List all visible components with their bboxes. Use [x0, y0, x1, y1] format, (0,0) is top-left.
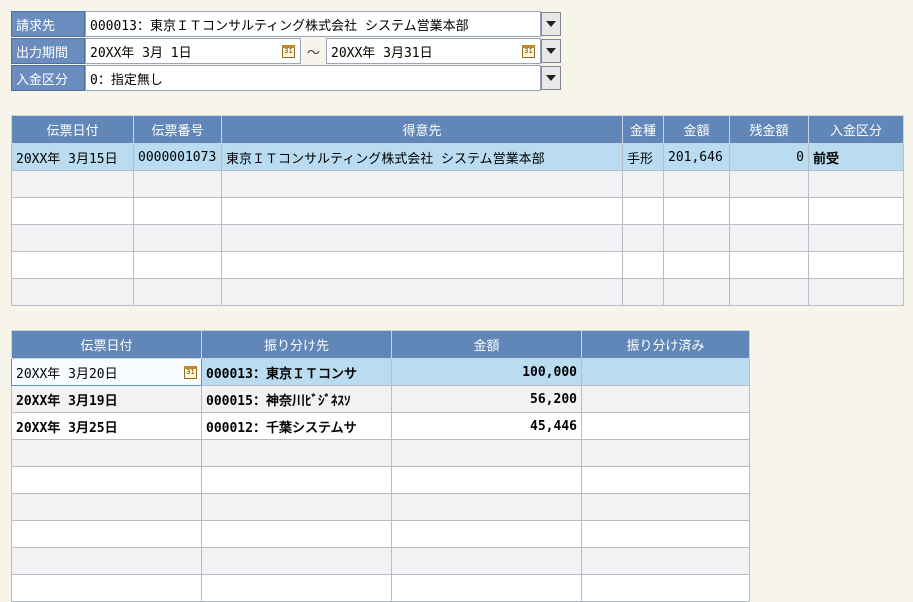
billing-value: 000013：東京ＩＴコンサルティング株式会社 システム営業本部: [90, 18, 469, 34]
payment-label: 入金区分: [11, 65, 85, 91]
payment-value: 0：指定無し: [90, 72, 163, 88]
chevron-down-icon: [546, 48, 556, 54]
col-header[interactable]: 振り分け先: [201, 330, 392, 359]
col-header[interactable]: 伝票日付: [11, 115, 134, 144]
table-row[interactable]: 20XX年 3月19日 000015：神奈川ﾋﾞｼﾞﾈｽｿ 56,200: [11, 385, 750, 413]
table-row[interactable]: [11, 170, 904, 198]
period-dropdown-button[interactable]: [541, 39, 561, 63]
cell-done: [581, 385, 750, 413]
allocation-table-header: 伝票日付 振り分け先 金額 振り分け済み: [11, 330, 750, 359]
cell-done: [581, 358, 750, 386]
col-header[interactable]: 伝票日付: [11, 330, 202, 359]
col-header[interactable]: 金額: [391, 330, 582, 359]
period-to-input[interactable]: 20XX年 3月31日 31: [326, 38, 541, 64]
table-row[interactable]: [11, 547, 750, 575]
cell-date: 20XX年 3月19日: [11, 385, 202, 413]
cell-amount: 201,646: [663, 143, 730, 171]
payment-dropdown-button[interactable]: [541, 66, 561, 90]
table-row[interactable]: [11, 493, 750, 521]
period-label: 出力期間: [11, 38, 85, 64]
cell-done: [581, 412, 750, 440]
table-row[interactable]: [11, 197, 904, 225]
period-label-text: 出力期間: [16, 45, 69, 61]
table-row[interactable]: [11, 520, 750, 548]
cell-date: 20XX年 3月15日: [11, 143, 134, 171]
table-row[interactable]: [11, 251, 904, 279]
table-row[interactable]: [11, 278, 904, 306]
table-row[interactable]: [11, 574, 750, 602]
col-header[interactable]: 入金区分: [808, 115, 904, 144]
chevron-down-icon: [546, 21, 556, 27]
cell-customer: 東京ＩＴコンサルティング株式会社 システム営業本部: [221, 143, 623, 171]
cell-amount: 56,200: [391, 385, 582, 413]
cell-number: 0000001073: [133, 143, 222, 171]
col-header[interactable]: 得意先: [221, 115, 623, 144]
slip-table: 伝票日付 伝票番号 得意先 金種 金額 残金額 入金区分 20XX年 3月15日…: [11, 115, 904, 306]
table-row[interactable]: [11, 439, 750, 467]
cell-date: 20XX年 3月25日: [11, 412, 202, 440]
calendar-icon[interactable]: 31: [184, 366, 197, 379]
period-separator: ～: [306, 45, 320, 61]
cell-amount: 45,446: [391, 412, 582, 440]
period-to-value: 20XX年 3月31日: [331, 45, 433, 61]
col-header[interactable]: 伝票番号: [133, 115, 222, 144]
cell-date-editor[interactable]: 20XX年 3月20日 31: [11, 358, 202, 386]
period-from-input[interactable]: 20XX年 3月 1日 31: [85, 38, 301, 64]
table-row[interactable]: [11, 466, 750, 494]
calendar-icon[interactable]: 31: [522, 45, 535, 58]
cell-remaining: 0: [729, 143, 809, 171]
cell-dest: 000013：東京ＩＴコンサ: [201, 358, 392, 386]
cell-amount: 100,000: [391, 358, 582, 386]
table-row[interactable]: 20XX年 3月25日 000012：千葉システムサ 45,446: [11, 412, 750, 440]
billing-dropdown-button[interactable]: [541, 12, 561, 36]
col-header[interactable]: 金種: [622, 115, 664, 144]
cell-dest: 000015：神奈川ﾋﾞｼﾞﾈｽｿ: [201, 385, 392, 413]
chevron-down-icon: [546, 75, 556, 81]
period-from-value: 20XX年 3月 1日: [90, 45, 192, 61]
billing-select[interactable]: 000013：東京ＩＴコンサルティング株式会社 システム営業本部: [85, 11, 541, 37]
cell-dest: 000012：千葉システムサ: [201, 412, 392, 440]
col-header[interactable]: 残金額: [729, 115, 809, 144]
payment-select[interactable]: 0：指定無し: [85, 65, 541, 91]
payment-label-text: 入金区分: [16, 72, 69, 88]
table-row[interactable]: 20XX年 3月15日 0000001073 東京ＩＴコンサルティング株式会社 …: [11, 143, 904, 171]
billing-label-text: 請求先: [16, 18, 56, 34]
col-header[interactable]: 振り分け済み: [581, 330, 750, 359]
allocation-table: 伝票日付 振り分け先 金額 振り分け済み 20XX年 3月20日 31 0000…: [11, 330, 750, 602]
billing-label: 請求先: [11, 11, 85, 37]
cell-date: 20XX年 3月20日: [16, 366, 118, 382]
cell-kind: 手形: [622, 143, 664, 171]
calendar-icon[interactable]: 31: [282, 45, 295, 58]
col-header[interactable]: 金額: [663, 115, 730, 144]
table-row[interactable]: 20XX年 3月20日 31 000013：東京ＩＴコンサ 100,000: [11, 358, 750, 386]
table-row[interactable]: [11, 224, 904, 252]
slip-table-header: 伝票日付 伝票番号 得意先 金種 金額 残金額 入金区分: [11, 115, 904, 144]
cell-payment-type: 前受: [808, 143, 904, 171]
